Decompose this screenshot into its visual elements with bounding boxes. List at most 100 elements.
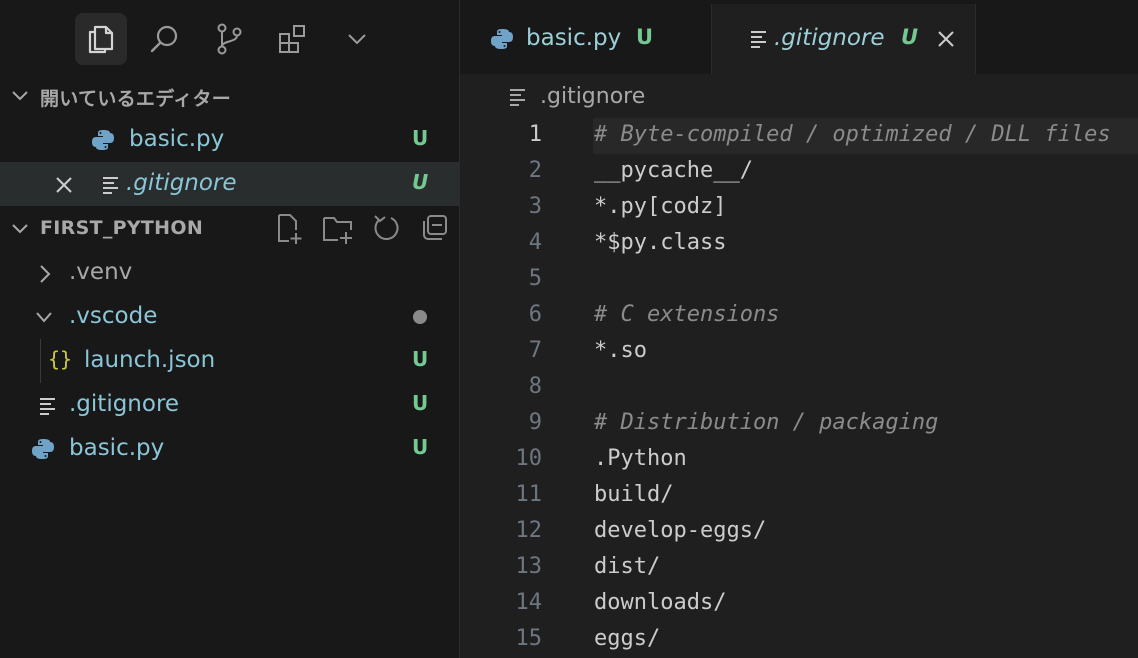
line-number: 1 (528, 122, 542, 147)
files-icon (88, 25, 114, 54)
tree-item-label: .gitignore (69, 391, 180, 417)
text-file-icon (751, 31, 766, 48)
code-line[interactable]: 5 (460, 262, 1138, 298)
line-text: develop-eggs/ (594, 518, 767, 543)
activity-bar (0, 0, 460, 78)
open-editor-label: basic.py (129, 126, 225, 152)
source-control-icon (217, 23, 242, 55)
open-editor-basic-py[interactable]: basic.py U (0, 118, 460, 162)
chevron-down-icon (12, 91, 28, 101)
code-line[interactable]: 2 __pycache__/ (460, 154, 1138, 190)
breadcrumb-file: .gitignore (540, 84, 646, 109)
code-line[interactable]: 3 *.py[codz] (460, 190, 1138, 226)
line-number: 12 (515, 518, 543, 543)
line-number: 11 (515, 482, 543, 507)
vscode-window: 開いているエディター basic.py U .gitignore U FIRST… (0, 0, 1138, 658)
line-text: eggs/ (594, 626, 661, 651)
line-text: build/ (594, 482, 674, 507)
sidebar: 開いているエディター basic.py U .gitignore U FIRST… (0, 0, 460, 658)
open-editor-label: .gitignore (126, 170, 237, 196)
refresh-icon[interactable] (371, 212, 401, 246)
line-number: 10 (515, 446, 543, 471)
text-file-icon (103, 177, 118, 194)
extensions-icon (279, 25, 305, 53)
tree-folder-vscode[interactable]: .vscode (0, 295, 460, 339)
tree-item-label: basic.py (69, 435, 165, 461)
line-text: *$py.class (594, 230, 727, 255)
tree-item-label: .venv (69, 259, 133, 285)
line-number: 14 (515, 590, 543, 615)
close-icon[interactable] (936, 29, 956, 49)
code-line[interactable]: 11 build/ (460, 478, 1138, 514)
line-number: 3 (528, 194, 542, 219)
tab-gitignore[interactable]: .gitignore U (712, 4, 976, 74)
editor-tabs: basic.py U .gitignore U (460, 0, 1138, 74)
tree-item-label: launch.json (84, 347, 216, 373)
open-editor-gitignore[interactable]: .gitignore U (0, 162, 460, 206)
text-file-icon (510, 89, 525, 106)
line-number: 13 (515, 554, 543, 579)
text-file-icon (40, 398, 55, 415)
line-text: # C extensions (594, 302, 780, 327)
untracked-badge: U (636, 25, 654, 49)
untracked-badge: U (412, 435, 429, 459)
code-line[interactable]: 10 .Python (460, 442, 1138, 478)
chevron-down-icon (348, 34, 366, 45)
search-icon (150, 25, 178, 53)
code-editor[interactable]: 1 # Byte-compiled / optimized / DLL files… (460, 118, 1138, 658)
line-number: 15 (515, 626, 543, 651)
extensions-button[interactable] (267, 13, 319, 65)
line-number: 8 (528, 374, 542, 399)
python-file-icon (92, 130, 114, 150)
open-editors-title: 開いているエディター (40, 88, 232, 110)
code-line[interactable]: 8 (460, 370, 1138, 406)
code-line[interactable]: 7 *.so (460, 334, 1138, 370)
chevron-down-icon (36, 312, 52, 323)
line-text: # Distribution / packaging (594, 410, 939, 435)
tree-file-gitignore[interactable]: .gitignore U (0, 383, 460, 427)
code-line[interactable]: 15 eggs/ (460, 622, 1138, 658)
line-text: __pycache__/ (594, 158, 753, 183)
tree-folder-venv[interactable]: .venv (0, 251, 460, 295)
tab-label: .gitignore (774, 25, 885, 51)
line-number: 7 (528, 338, 542, 363)
explorer-button[interactable] (75, 13, 127, 65)
close-icon[interactable] (54, 175, 74, 195)
collapse-all-icon[interactable] (419, 212, 449, 246)
search-button[interactable] (139, 13, 191, 65)
json-file-icon: {} (48, 347, 73, 371)
new-folder-icon[interactable] (321, 212, 355, 246)
tree-file-launch-json[interactable]: {} launch.json U (0, 339, 460, 383)
line-text: .Python (594, 446, 687, 471)
tab-basic-py[interactable]: basic.py U (460, 4, 712, 74)
tab-label: basic.py (526, 25, 622, 51)
tree-item-label: .vscode (69, 303, 158, 329)
modified-dot (413, 310, 427, 324)
code-line[interactable]: 4 *$py.class (460, 226, 1138, 262)
untracked-badge: U (412, 170, 429, 194)
chevron-down-icon (12, 224, 28, 234)
indent-guide (40, 339, 41, 383)
code-line[interactable]: 14 downloads/ (460, 586, 1138, 622)
code-line[interactable]: 1 # Byte-compiled / optimized / DLL files (460, 118, 1138, 154)
open-editors-header[interactable]: 開いているエディター (0, 79, 460, 113)
line-text: *.py[codz] (594, 194, 727, 219)
untracked-badge: U (412, 347, 429, 371)
untracked-badge: U (412, 126, 429, 150)
breadcrumb[interactable]: .gitignore (460, 80, 1138, 114)
new-file-icon[interactable] (275, 212, 305, 246)
line-number: 9 (528, 410, 542, 435)
editor-area: basic.py U .gitignore U .gitignore 1 # B… (460, 0, 1138, 658)
python-file-icon (32, 439, 54, 459)
untracked-badge: U (412, 391, 429, 415)
line-text: downloads/ (594, 590, 727, 615)
source-control-button[interactable] (203, 13, 255, 65)
code-line[interactable]: 13 dist/ (460, 550, 1138, 586)
untracked-badge: U (901, 25, 919, 49)
code-line[interactable]: 12 develop-eggs/ (460, 514, 1138, 550)
tree-file-basic-py[interactable]: basic.py U (0, 427, 460, 471)
code-line[interactable]: 9 # Distribution / packaging (460, 406, 1138, 442)
more-views-button[interactable] (331, 13, 383, 65)
python-file-icon (491, 29, 513, 49)
code-line[interactable]: 6 # C extensions (460, 298, 1138, 334)
